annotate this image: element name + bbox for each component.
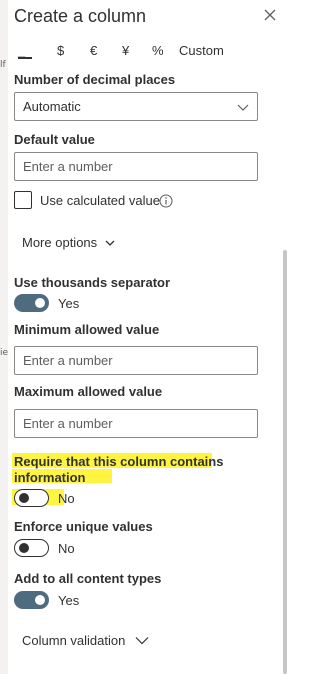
background-fragment: ie bbox=[0, 348, 9, 358]
toggle-knob bbox=[35, 298, 45, 308]
content-types-state: Yes bbox=[58, 593, 80, 608]
decimal-places-dropdown[interactable]: Automatic bbox=[14, 92, 258, 121]
minimum-value-input[interactable]: Enter a number bbox=[14, 346, 258, 375]
minimum-value-label: Minimum allowed value bbox=[14, 322, 160, 337]
more-options-label: More options bbox=[22, 235, 98, 250]
enforce-unique-state: No bbox=[58, 541, 75, 556]
enforce-unique-label: Enforce unique values bbox=[14, 519, 153, 534]
default-value-input[interactable]: Enter a number bbox=[14, 152, 258, 181]
toggle-knob bbox=[35, 595, 45, 605]
background-page-strip bbox=[0, 0, 8, 674]
chevron-down-icon bbox=[237, 101, 249, 113]
thousands-separator-state: Yes bbox=[58, 296, 80, 311]
create-column-panel: Create a column _ $ € ¥ % Custom Number … bbox=[8, 0, 287, 674]
panel-scrollbar[interactable] bbox=[283, 250, 287, 674]
content-types-toggle[interactable] bbox=[14, 591, 49, 609]
background-fragment: lf bbox=[0, 60, 6, 70]
content-types-label: Add to all content types bbox=[14, 571, 162, 586]
enforce-unique-toggle[interactable] bbox=[14, 539, 49, 557]
require-information-state: No bbox=[58, 491, 75, 506]
decimal-places-label: Number of decimal places bbox=[14, 72, 176, 87]
toggle-knob bbox=[19, 493, 29, 503]
decimal-places-value: Automatic bbox=[23, 99, 81, 114]
panel-title: Create a column bbox=[14, 6, 147, 26]
format-option-euro[interactable]: € bbox=[90, 43, 97, 58]
require-information-toggle[interactable] bbox=[14, 489, 49, 507]
chevron-down-icon bbox=[135, 637, 149, 645]
calculated-value-label: Use calculated value bbox=[40, 193, 160, 208]
column-validation-label: Column validation bbox=[22, 633, 126, 648]
maximum-value-input[interactable]: Enter a number bbox=[14, 409, 258, 438]
require-information-label-line2: information bbox=[14, 470, 86, 485]
info-icon[interactable] bbox=[159, 194, 173, 208]
format-option-none[interactable]: _ bbox=[18, 43, 32, 59]
thousands-separator-label: Use thousands separator bbox=[14, 275, 171, 290]
require-information-label-line1: Require that this column contains bbox=[14, 454, 224, 469]
toggle-knob bbox=[19, 543, 29, 553]
more-options-button[interactable]: More options bbox=[22, 235, 115, 250]
calculated-value-checkbox[interactable] bbox=[14, 191, 32, 209]
format-option-dollar[interactable]: $ bbox=[57, 43, 64, 58]
chevron-down-icon bbox=[105, 240, 115, 246]
default-value-label: Default value bbox=[14, 132, 95, 147]
column-validation-button[interactable]: Column validation bbox=[22, 633, 149, 648]
format-option-yen[interactable]: ¥ bbox=[122, 43, 129, 58]
close-icon[interactable] bbox=[263, 8, 277, 22]
thousands-separator-toggle[interactable] bbox=[14, 294, 49, 312]
format-option-custom[interactable]: Custom bbox=[179, 43, 224, 58]
format-option-percent[interactable]: % bbox=[152, 43, 164, 58]
maximum-value-label: Maximum allowed value bbox=[14, 384, 163, 399]
